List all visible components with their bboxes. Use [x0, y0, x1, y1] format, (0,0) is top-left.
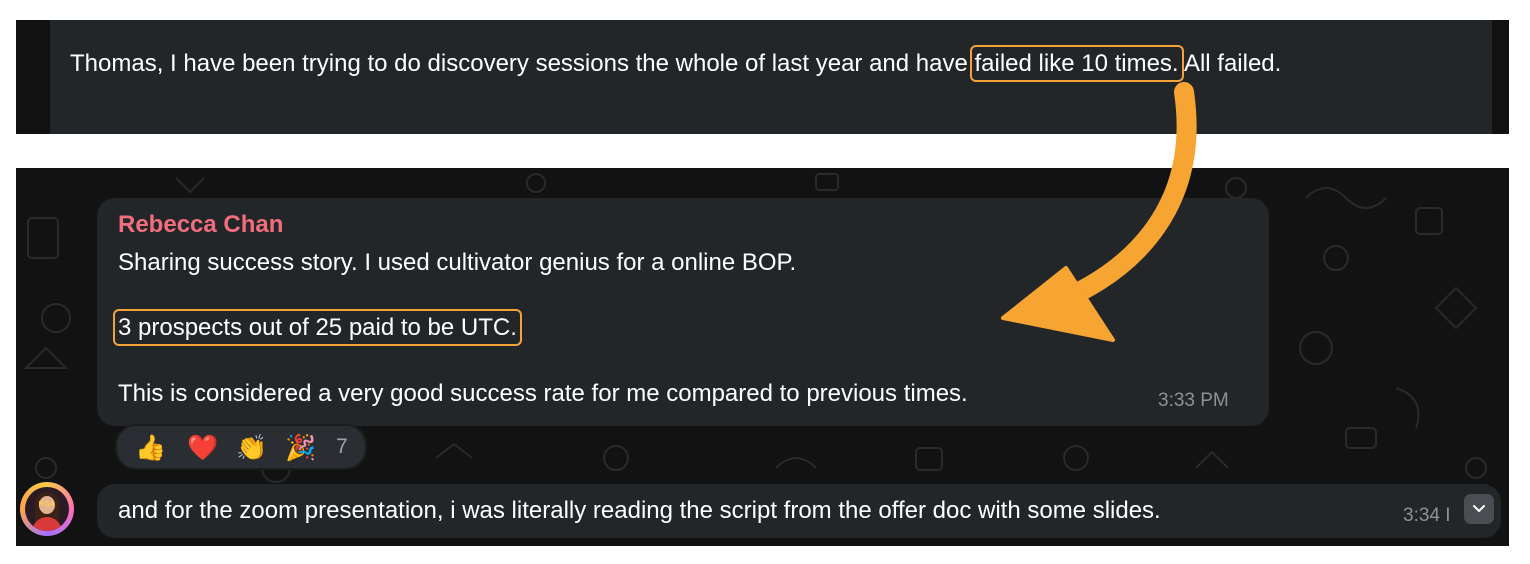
annotation-arrow: [1001, 82, 1197, 342]
